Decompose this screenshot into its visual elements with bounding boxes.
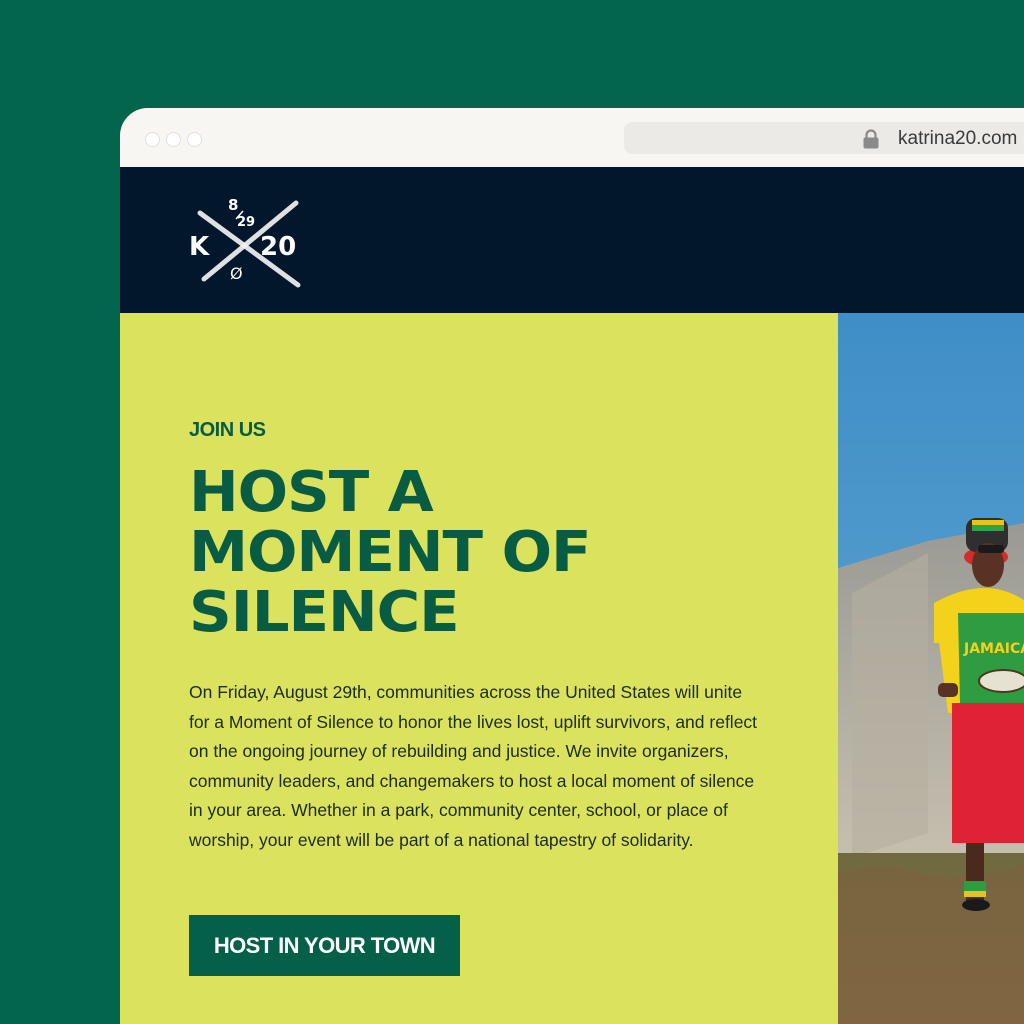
title-line-2: MOMENT OF <box>189 520 592 585</box>
browser-window: katrina20.com 8 29 K 20 Ø JOIN US HOST A… <box>120 108 1024 1024</box>
address-url[interactable]: katrina20.com <box>898 128 1017 150</box>
page-title: HOST A MOMENT OF SILENCE <box>189 463 783 643</box>
hero-photo-illustration: JAMAICA <box>838 313 1024 1024</box>
eyebrow-label: JOIN US <box>189 419 266 441</box>
logo-number-20: 20 <box>260 232 296 262</box>
logo-letter-k: K <box>189 232 210 262</box>
hero-description: On Friday, August 29th, communities acro… <box>189 682 758 850</box>
window-close-dot-icon[interactable] <box>145 132 160 147</box>
logo-date-top: 8 <box>228 196 238 214</box>
title-line-3: SILENCE <box>189 580 460 645</box>
logo-date-bottom: 29 <box>237 215 255 230</box>
hero-section: JOIN US HOST A MOMENT OF SILENCE On Frid… <box>120 313 838 1024</box>
hero-photo: JAMAICA <box>838 313 1024 1024</box>
katrina20-logo[interactable]: 8 29 K 20 Ø <box>186 191 306 291</box>
window-minimize-dot-icon[interactable] <box>166 132 181 147</box>
shirt-text: JAMAICA <box>963 641 1024 657</box>
browser-chrome: katrina20.com <box>120 108 1024 168</box>
logo-zero-mark: Ø <box>230 264 243 283</box>
host-in-your-town-button[interactable]: HOST IN YOUR TOWN <box>189 915 460 976</box>
lock-icon <box>863 129 879 149</box>
title-line-1: HOST A <box>189 460 434 525</box>
site-header: 8 29 K 20 Ø <box>120 167 1024 313</box>
window-maximize-dot-icon[interactable] <box>187 132 202 147</box>
address-bar[interactable]: katrina20.com <box>624 122 1024 154</box>
